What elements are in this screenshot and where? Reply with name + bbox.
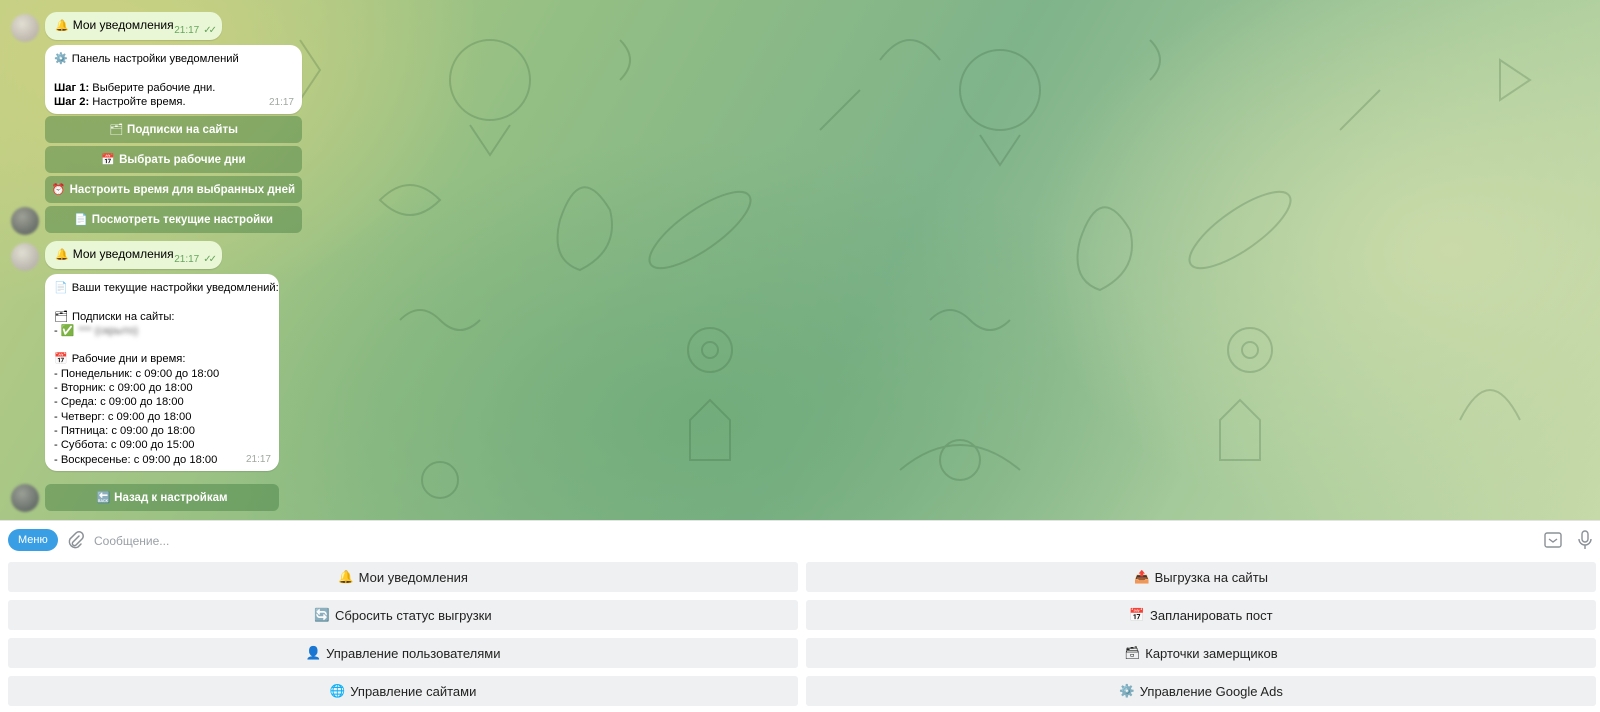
- bell-icon: 🔔: [338, 569, 354, 584]
- workday-row: - Суббота: с 09:00 до 15:00: [54, 439, 195, 452]
- reply-button-my-notifications[interactable]: 🔔 Мои уведомления: [8, 562, 798, 592]
- bust-icon: 👤: [305, 645, 322, 660]
- card-file-box-icon: 🗃: [1124, 645, 1141, 660]
- outbox-icon: 📤: [1133, 569, 1150, 584]
- message-time: 21:17: [245, 453, 271, 465]
- reply-button-measurer-cards[interactable]: 🗃 Карточки замерщиков: [806, 638, 1596, 668]
- page-icon: 📄: [74, 213, 88, 226]
- alarm-clock-icon: ⏰: [51, 183, 66, 196]
- bell-icon: 🔔: [55, 19, 69, 32]
- bell-icon: 🔔: [55, 248, 69, 261]
- message-meta: 21:17 ✓✓: [174, 254, 217, 265]
- message-meta: 21:17 ✓✓: [174, 25, 217, 36]
- inline-button-label: Настроить время для выбранных дней: [69, 183, 296, 196]
- paperclip-icon[interactable]: [66, 530, 86, 550]
- workday-row: - Воскресенье: с 09:00 до 18:00: [54, 453, 218, 466]
- calendar-icon: 📅: [54, 352, 68, 366]
- reply-button-label: Управление Google Ads: [1139, 683, 1283, 699]
- bot-avatar[interactable]: [11, 207, 39, 235]
- check-mark-icon: ✅: [60, 323, 75, 337]
- message-input[interactable]: [92, 527, 1496, 555]
- reply-button-label: Выгрузка на сайты: [1154, 569, 1268, 585]
- message-text: Мои уведомления: [72, 18, 174, 32]
- card-index-icon: 🗂: [109, 123, 124, 136]
- reply-button-google-ads-management[interactable]: ⚙️ Управление Google Ads: [806, 676, 1596, 706]
- step2-label: Шаг 2:: [54, 95, 90, 108]
- reply-button-label: Запланировать пост: [1149, 607, 1273, 623]
- menu-button[interactable]: Меню: [8, 529, 58, 551]
- read-ticks-icon: ✓✓: [203, 254, 217, 265]
- calendar-icon: 📅: [101, 153, 116, 166]
- subscription-site-blurred: *** (скрыто): [78, 324, 139, 337]
- reply-button-label: Управление сайтами: [350, 683, 477, 699]
- inline-button-label: Выбрать рабочие дни: [119, 153, 246, 166]
- gear-icon: ⚙️: [54, 52, 68, 65]
- bot-message-settings-panel[interactable]: ⚙️ Панель настройки уведомлений Шаг 1: Вы…: [45, 45, 302, 114]
- card-index-icon: 🗂: [54, 309, 68, 323]
- avatar[interactable]: [11, 14, 39, 42]
- calendar-icon: 📅: [1129, 607, 1145, 622]
- chat-area[interactable]: 🔔 Мои уведомления 21:17 ✓✓ ⚙️ Панель настро…: [0, 0, 1600, 520]
- inline-button-set-time[interactable]: ⏰ Настроить время для выбранных дней: [45, 176, 302, 203]
- gear-icon: ⚙️: [1119, 683, 1135, 698]
- page-icon: 📄: [54, 281, 68, 294]
- bot-avatar[interactable]: [11, 484, 39, 512]
- workday-row: - Пятница: с 09:00 до 18:00: [54, 424, 195, 437]
- workday-row: - Понедельник: с 09:00 до 18:00: [54, 367, 220, 380]
- reply-button-label: Карточки замерщиков: [1145, 645, 1278, 661]
- reply-button-site-management[interactable]: 🌐 Управление сайтами: [8, 676, 798, 706]
- outgoing-message[interactable]: 🔔 Мои уведомления 21:17 ✓✓: [45, 241, 222, 269]
- refresh-icon: 🔄: [314, 607, 330, 622]
- inline-button-view-settings[interactable]: 📄 Посмотреть текущие настройки: [45, 206, 302, 233]
- step1-text: Выберите рабочие дни.: [89, 81, 216, 94]
- inline-button-label: Посмотреть текущие настройки: [91, 213, 273, 226]
- step1-label: Шаг 1:: [54, 81, 90, 94]
- reply-button-label: Управление пользователями: [326, 645, 501, 661]
- workday-row: - Среда: с 09:00 до 18:00: [54, 396, 184, 409]
- inline-button-site-subscriptions[interactable]: 🗂 Подписки на сайты: [45, 116, 302, 143]
- reply-button-upload-to-sites[interactable]: 📤 Выгрузка на сайты: [806, 562, 1596, 592]
- list-bullet: -: [54, 324, 61, 337]
- avatar[interactable]: [11, 243, 39, 271]
- inline-button-label: Назад к настройкам: [114, 491, 228, 504]
- message-title: Панель настройки уведомлений: [71, 53, 239, 65]
- back-arrow-icon: 🔙: [96, 491, 111, 504]
- message-title: Ваши текущие настройки уведомлений:: [71, 282, 279, 294]
- workday-row: - Вторник: с 09:00 до 18:00: [54, 382, 193, 395]
- message-time: 21:17: [268, 96, 294, 108]
- message-text: Мои уведомления: [72, 247, 174, 261]
- outgoing-message[interactable]: 🔔 Мои уведомления 21:17 ✓✓: [45, 12, 222, 40]
- message-time: 21:17: [174, 254, 200, 265]
- microphone-icon[interactable]: [1577, 529, 1593, 551]
- message-input-bar: Меню: [0, 520, 1600, 559]
- reply-button-schedule-post[interactable]: 📅 Запланировать пост: [806, 600, 1596, 630]
- step2-text: Настройте время.: [89, 95, 186, 108]
- keyboard-toggle-icon[interactable]: [1543, 530, 1563, 550]
- inline-button-select-workdays[interactable]: 📅 Выбрать рабочие дни: [45, 146, 302, 173]
- bot-message-current-settings[interactable]: 📄 Ваши текущие настройки уведомлений: 🗂 По…: [45, 274, 279, 471]
- reply-button-reset-upload-status[interactable]: 🔄 Сбросить статус выгрузки: [8, 600, 798, 630]
- workday-row: - Четверг: с 09:00 до 18:00: [54, 410, 192, 423]
- reply-button-user-management[interactable]: 👤 Управление пользователями: [8, 638, 798, 668]
- reply-button-label: Сбросить статус выгрузки: [334, 607, 492, 623]
- reply-button-label: Мои уведомления: [358, 569, 468, 585]
- read-ticks-icon: ✓✓: [203, 25, 217, 36]
- reply-keyboard: 🔔 Мои уведомления 📤 Выгрузка на сайты 🔄 Сбр…: [0, 558, 1600, 712]
- inline-button-back-to-settings[interactable]: 🔙 Назад к настройкам: [45, 484, 279, 511]
- globe-icon: 🌐: [329, 683, 346, 698]
- workdays-title: Рабочие дни и время:: [71, 353, 186, 366]
- inline-button-label: Подписки на сайты: [127, 123, 238, 136]
- subscriptions-title: Подписки на сайты:: [71, 310, 175, 323]
- message-time: 21:17: [174, 25, 200, 36]
